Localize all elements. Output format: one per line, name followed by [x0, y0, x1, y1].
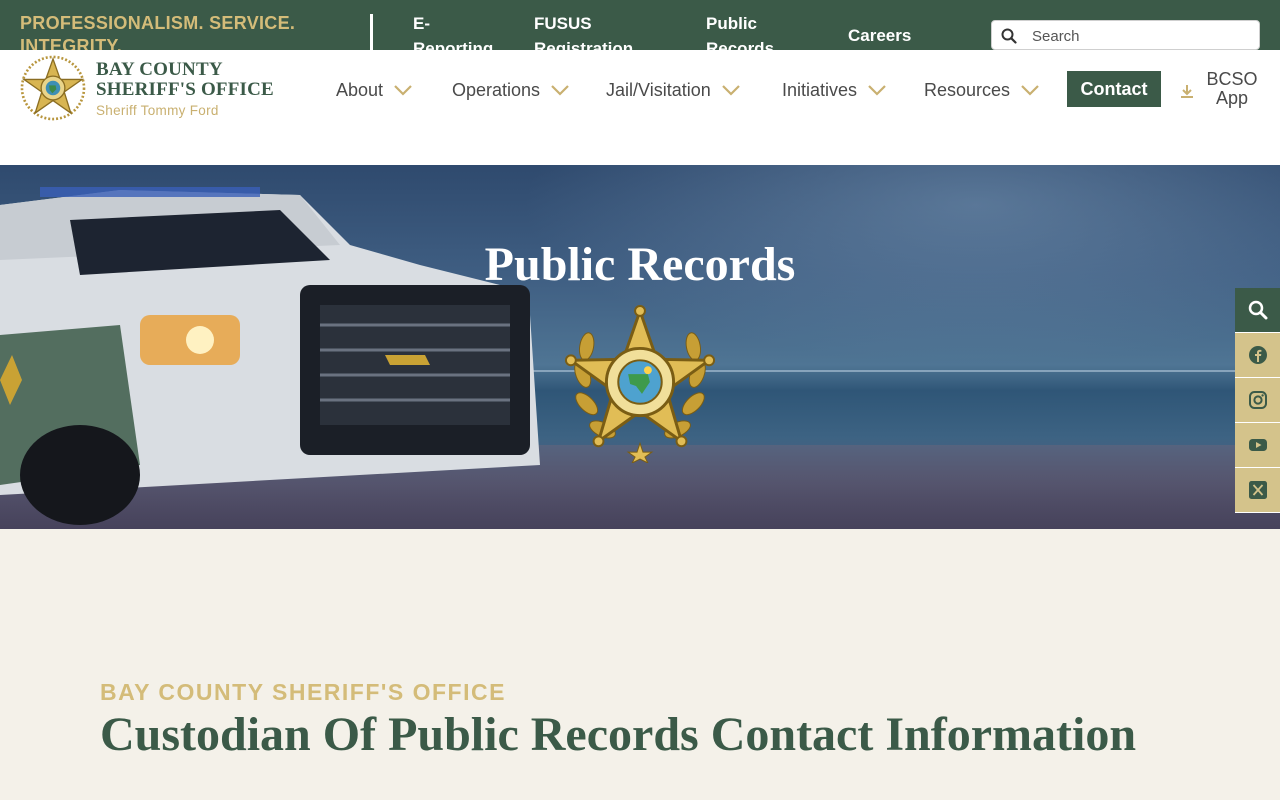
app-label-line-2: App: [1215, 88, 1249, 108]
nav-label: Jail/Visitation: [606, 79, 711, 100]
rail-instagram-link[interactable]: [1235, 378, 1280, 423]
toplink-e-reporting[interactable]: E-Reporting: [413, 11, 503, 50]
search-input[interactable]: [1032, 25, 1252, 47]
search-box: [991, 20, 1260, 50]
brand-line-1: BAY COUNTY: [96, 59, 223, 80]
chevron-down-icon: [551, 85, 569, 96]
section-eyebrow: BAY COUNTY SHERIFF'S OFFICE: [100, 679, 506, 705]
main-header: BAY COUNTY SHERIFF'S OFFICE Sheriff Tomm…: [0, 50, 1280, 165]
toplink-fusus-registration[interactable]: FUSUS Registration: [534, 11, 644, 50]
instagram-icon: [1248, 391, 1267, 409]
chevron-down-icon: [868, 85, 886, 96]
chevron-down-icon: [1021, 85, 1039, 96]
app-label: BCSO App: [1204, 70, 1260, 108]
contact-button[interactable]: Contact: [1067, 71, 1161, 107]
brand-sheriff-name: Sheriff Tommy Ford: [96, 103, 219, 118]
chevron-down-icon: [394, 85, 412, 96]
rail-x-twitter-link[interactable]: [1235, 468, 1280, 513]
x-twitter-icon: [1248, 481, 1267, 499]
section-title: Custodian Of Public Records Contact Info…: [100, 708, 1137, 761]
app-label-line-1: BCSO: [1206, 69, 1258, 89]
patrol-truck-image: [0, 187, 540, 525]
facebook-icon: [1248, 346, 1267, 364]
download-icon: [1181, 85, 1193, 98]
topbar-divider: [370, 14, 373, 50]
bcso-app-link[interactable]: BCSO App: [1180, 70, 1260, 110]
social-side-rail: [1235, 288, 1280, 513]
nav-label: About: [336, 79, 384, 100]
toplink-public-records[interactable]: Public Records: [706, 11, 786, 50]
nav-item-resources[interactable]: Resources: [924, 78, 1040, 102]
sheriff-badge-emblem: [564, 305, 716, 463]
nav-item-jail-visitation[interactable]: Jail/Visitation: [606, 78, 741, 102]
search-icon: [1248, 300, 1267, 320]
rail-youtube-link[interactable]: [1235, 423, 1280, 468]
youtube-icon: [1248, 439, 1267, 451]
sheriff-badge-logo[interactable]: [20, 55, 86, 121]
motto-text: PROFESSIONALISM. SERVICE. INTEGRITY.: [20, 13, 296, 50]
nav-label: Initiatives: [782, 79, 858, 100]
nav-item-about[interactable]: About: [336, 78, 413, 102]
search-icon[interactable]: [1001, 28, 1017, 44]
brand-line-2: SHERIFF'S OFFICE: [96, 79, 274, 100]
nav-label: Operations: [452, 79, 541, 100]
rail-facebook-link[interactable]: [1235, 333, 1280, 378]
nav-label: Resources: [924, 79, 1011, 100]
top-utility-bar: PROFESSIONALISM. SERVICE. INTEGRITY. E-R…: [0, 0, 1280, 50]
nav-item-initiatives[interactable]: Initiatives: [782, 78, 887, 102]
hero-banner: Public Records: [0, 165, 1280, 529]
nav-item-operations[interactable]: Operations: [452, 78, 570, 102]
brand-text[interactable]: BAY COUNTY SHERIFF'S OFFICE Sheriff Tomm…: [96, 59, 274, 119]
rail-search-button[interactable]: [1235, 288, 1280, 333]
toplink-careers[interactable]: Careers: [848, 23, 928, 48]
chevron-down-icon: [721, 85, 740, 96]
hero-title: Public Records: [484, 238, 796, 291]
